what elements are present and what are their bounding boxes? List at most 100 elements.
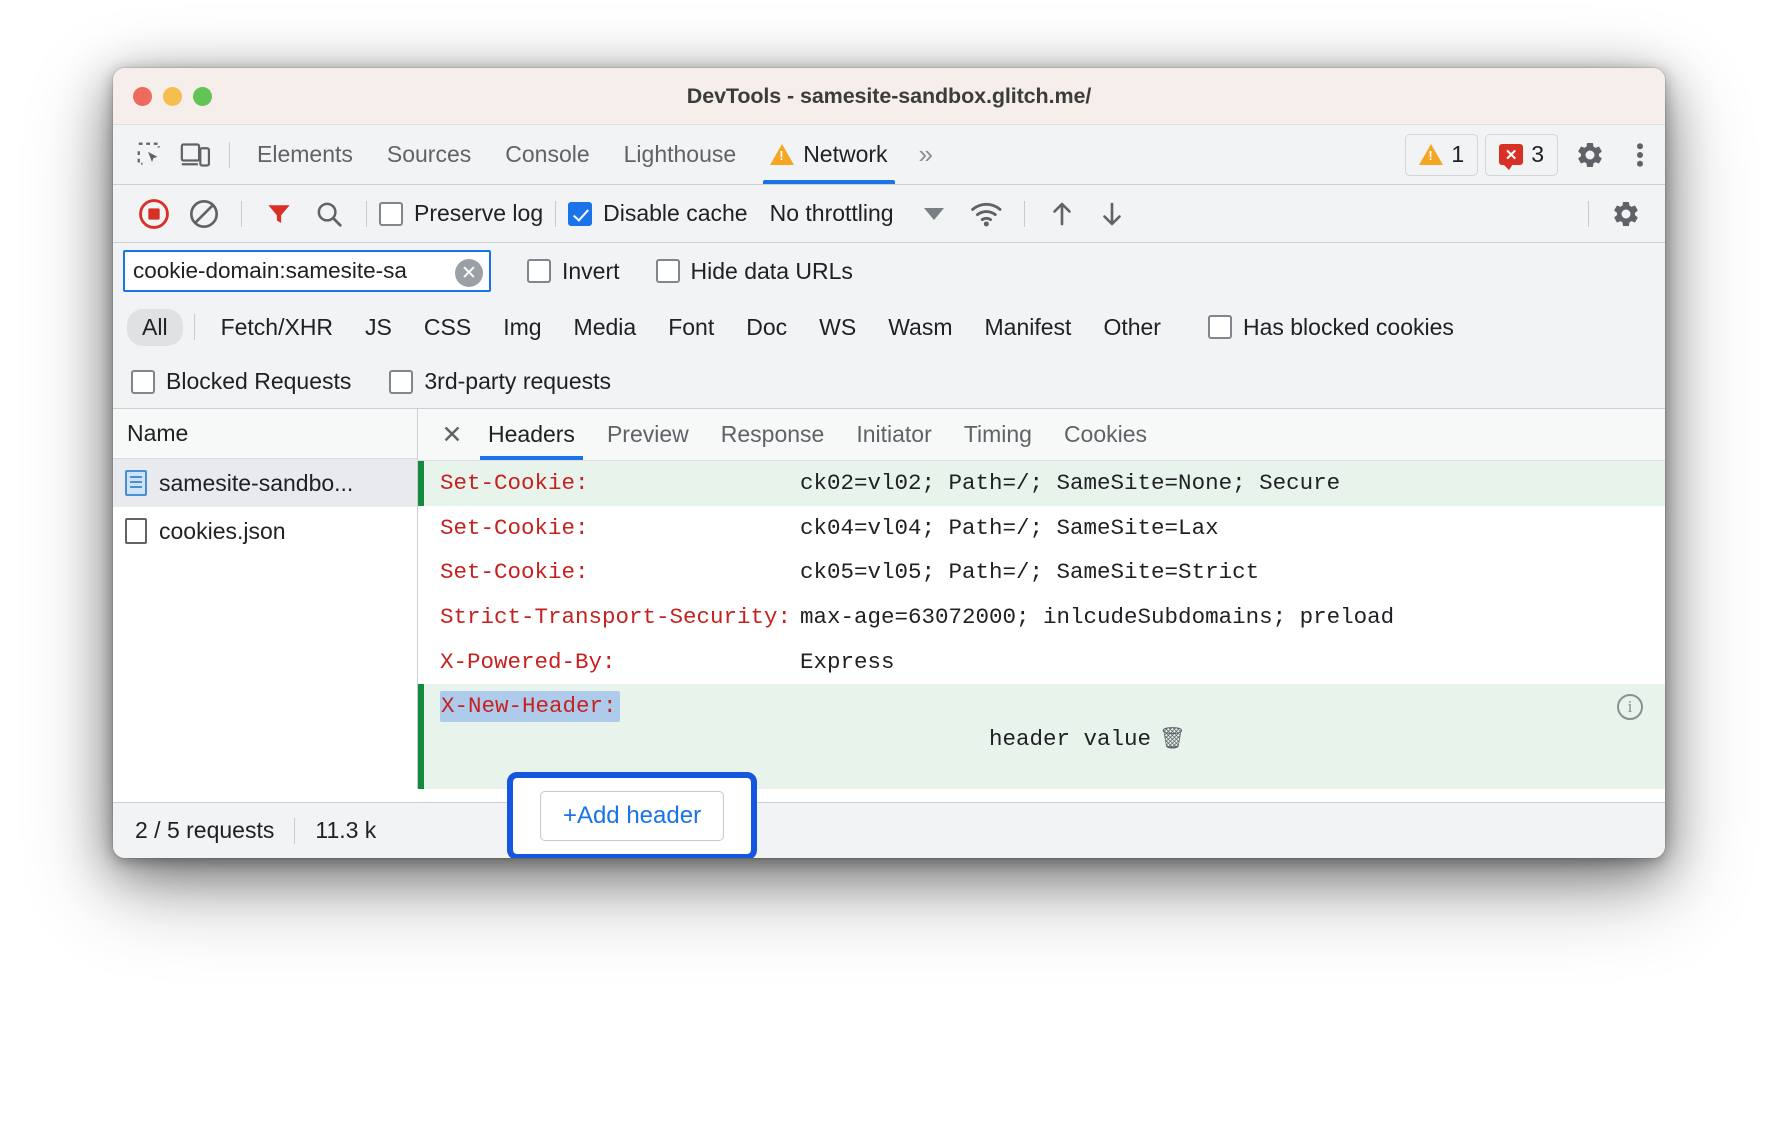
- checkbox-box: [527, 259, 551, 283]
- clear-icon[interactable]: [179, 191, 229, 237]
- filter-input-wrapper[interactable]: ✕: [123, 250, 491, 292]
- request-row-cookies-json[interactable]: cookies.json: [113, 507, 417, 555]
- blocked-filters-row: Blocked Requests 3rd-party requests: [113, 355, 1665, 409]
- header-name[interactable]: Strict-Transport-Security:: [418, 601, 800, 634]
- filter-input[interactable]: [125, 252, 489, 290]
- chip-manifest[interactable]: Manifest: [970, 309, 1087, 346]
- warning-triangle-icon: [1419, 144, 1443, 165]
- header-value[interactable]: Express: [800, 646, 1665, 679]
- header-row[interactable]: Set-Cookie: ck02=vl02; Path=/; SameSite=…: [418, 461, 1665, 506]
- close-icon[interactable]: ✕: [432, 415, 472, 455]
- tab-elements[interactable]: Elements: [240, 126, 370, 184]
- device-toolbar-icon[interactable]: [173, 135, 219, 175]
- clear-filter-icon[interactable]: ✕: [455, 259, 483, 287]
- more-tabs-icon[interactable]: »: [905, 139, 944, 170]
- header-row[interactable]: X-Powered-By: Express: [418, 640, 1665, 685]
- minimize-window-button[interactable]: [163, 87, 182, 106]
- import-har-icon[interactable]: [1037, 191, 1087, 237]
- chip-divider: [194, 314, 195, 340]
- invert-checkbox[interactable]: Invert: [527, 258, 620, 285]
- third-party-requests-label: 3rd-party requests: [424, 368, 611, 395]
- tab-initiator[interactable]: Initiator: [840, 409, 947, 460]
- header-name[interactable]: Set-Cookie:: [418, 512, 800, 545]
- checkbox-box: [656, 259, 680, 283]
- warning-count-value: 1: [1451, 141, 1464, 168]
- window-title: DevTools - samesite-sandbox.glitch.me/: [113, 68, 1665, 124]
- warning-count-badge[interactable]: 1: [1405, 134, 1478, 176]
- export-har-icon[interactable]: [1087, 191, 1137, 237]
- kebab-menu-icon[interactable]: [1615, 131, 1665, 179]
- chip-js[interactable]: JS: [350, 309, 407, 346]
- third-party-requests-checkbox[interactable]: 3rd-party requests: [389, 368, 611, 395]
- chip-doc[interactable]: Doc: [731, 309, 802, 346]
- header-name[interactable]: Set-Cookie:: [418, 556, 800, 589]
- chip-fetch-xhr[interactable]: Fetch/XHR: [206, 309, 348, 346]
- hide-data-urls-checkbox[interactable]: Hide data URLs: [656, 258, 853, 285]
- inspect-element-icon[interactable]: [127, 135, 173, 175]
- throttling-dropdown[interactable]: No throttling: [770, 200, 944, 227]
- blocked-requests-checkbox[interactable]: Blocked Requests: [131, 368, 351, 395]
- header-value[interactable]: ck04=vl04; Path=/; SameSite=Lax: [800, 512, 1665, 545]
- maximize-window-button[interactable]: [193, 87, 212, 106]
- tab-lighthouse[interactable]: Lighthouse: [607, 126, 754, 184]
- chip-media[interactable]: Media: [559, 309, 652, 346]
- has-blocked-cookies-checkbox[interactable]: Has blocked cookies: [1208, 314, 1454, 341]
- tab-response[interactable]: Response: [705, 409, 841, 460]
- tab-sources[interactable]: Sources: [370, 126, 488, 184]
- trash-icon[interactable]: 🗑: [1159, 729, 1186, 752]
- toolbar-divider: [555, 201, 556, 227]
- chip-img[interactable]: Img: [488, 309, 556, 346]
- network-conditions-icon[interactable]: [962, 191, 1012, 237]
- header-row[interactable]: Set-Cookie: ck04=vl04; Path=/; SameSite=…: [418, 506, 1665, 551]
- close-window-button[interactable]: [133, 87, 152, 106]
- request-count: 2 / 5 requests: [135, 817, 274, 844]
- tab-elements-label: Elements: [257, 141, 353, 168]
- tab-sources-label: Sources: [387, 141, 471, 168]
- header-name-editable[interactable]: X-New-Header:: [418, 690, 800, 723]
- chip-other[interactable]: Other: [1088, 309, 1176, 346]
- record-stop-icon[interactable]: [129, 191, 179, 237]
- chip-ws[interactable]: WS: [804, 309, 871, 346]
- header-row[interactable]: Strict-Transport-Security: max-age=63072…: [418, 595, 1665, 640]
- has-blocked-cookies-label: Has blocked cookies: [1243, 314, 1454, 341]
- tab-timing[interactable]: Timing: [948, 409, 1048, 460]
- disable-cache-checkbox[interactable]: Disable cache: [568, 200, 747, 227]
- header-row[interactable]: Set-Cookie: ck05=vl05; Path=/; SameSite=…: [418, 550, 1665, 595]
- toolbar-divider: [229, 142, 230, 168]
- error-count-badge[interactable]: ✕ 3: [1485, 134, 1558, 176]
- warning-triangle-icon: [770, 144, 794, 165]
- tab-console[interactable]: Console: [488, 126, 606, 184]
- tab-headers[interactable]: Headers: [472, 409, 591, 460]
- preserve-log-label: Preserve log: [414, 200, 543, 227]
- header-value[interactable]: ck02=vl02; Path=/; SameSite=None; Secure: [800, 467, 1665, 500]
- header-value[interactable]: max-age=63072000; inlcudeSubdomains; pre…: [800, 601, 1665, 634]
- tab-cookies[interactable]: Cookies: [1048, 409, 1163, 460]
- header-value-editable[interactable]: header value 🗑: [800, 690, 1665, 789]
- tab-lighthouse-label: Lighthouse: [624, 141, 737, 168]
- add-header-button[interactable]: +Add header: [540, 791, 724, 841]
- filter-icon[interactable]: [254, 191, 304, 237]
- window-titlebar: DevTools - samesite-sandbox.glitch.me/: [113, 68, 1665, 125]
- document-file-icon: [125, 470, 147, 496]
- chevron-down-icon: [924, 208, 944, 220]
- header-value-text: header value: [989, 726, 1151, 752]
- chip-css[interactable]: CSS: [409, 309, 486, 346]
- search-icon[interactable]: [304, 191, 354, 237]
- checkbox-box: [379, 202, 403, 226]
- chip-font[interactable]: Font: [653, 309, 729, 346]
- tab-preview[interactable]: Preview: [591, 409, 705, 460]
- request-row-samesite-sandbox[interactable]: samesite-sandbo...: [113, 459, 417, 507]
- error-bubble-icon: ✕: [1499, 144, 1523, 165]
- header-name[interactable]: Set-Cookie:: [418, 467, 800, 500]
- chip-wasm[interactable]: Wasm: [873, 309, 967, 346]
- network-settings-gear-icon[interactable]: [1601, 191, 1651, 237]
- status-divider: [294, 818, 295, 844]
- chip-all[interactable]: All: [127, 309, 183, 346]
- tab-network[interactable]: Network: [753, 126, 904, 184]
- header-name[interactable]: X-Powered-By:: [418, 646, 800, 679]
- info-icon[interactable]: i: [1617, 694, 1643, 720]
- gear-icon[interactable]: [1565, 131, 1615, 179]
- preserve-log-checkbox[interactable]: Preserve log: [379, 200, 543, 227]
- header-value[interactable]: ck05=vl05; Path=/; SameSite=Strict: [800, 556, 1665, 589]
- toolbar-divider: [241, 201, 242, 227]
